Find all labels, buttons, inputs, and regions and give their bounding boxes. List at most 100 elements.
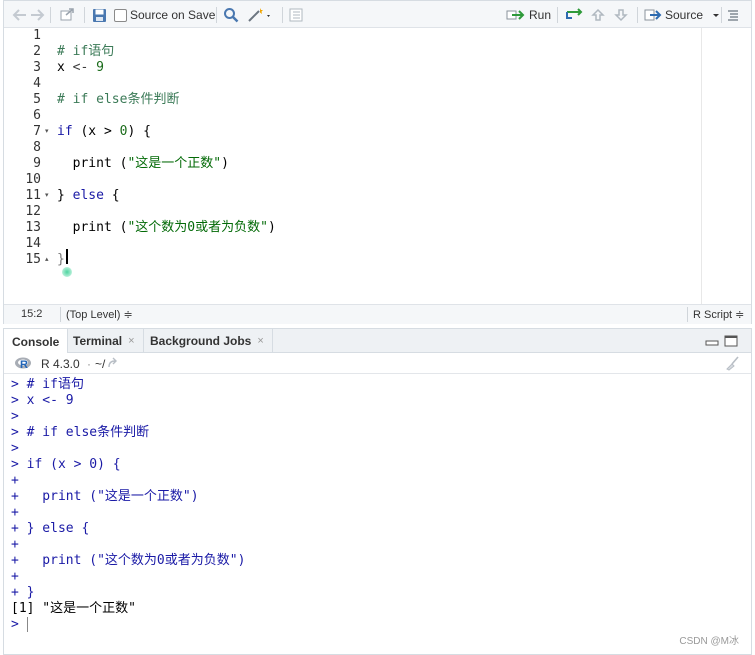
line-number: 8 (33, 140, 41, 155)
string: "这是一个正数" (127, 156, 222, 171)
run-label: Run (529, 8, 552, 22)
maximize-icon[interactable] (724, 335, 738, 347)
console-prompt: > (11, 393, 19, 408)
save-icon[interactable] (92, 5, 107, 25)
function-call: print ( (57, 220, 128, 235)
console-line: + (11, 569, 19, 585)
source-arrow-icon (644, 9, 662, 21)
console-prompt: > (11, 425, 19, 440)
function-call: print ( (57, 156, 128, 171)
line-number: 1 (33, 28, 41, 43)
code-text: (x > (72, 124, 120, 139)
operator: <- (64, 60, 97, 75)
source-editor-pane: Source on Save Run Source 1 2 3 4 5 6 7 … (3, 0, 752, 324)
cursor-highlight (62, 267, 72, 277)
tab-background-jobs[interactable]: Background Jobs × (142, 329, 273, 353)
console-prompt: > (11, 409, 19, 424)
console-line: > x <- 9 (11, 393, 74, 409)
code-editor[interactable]: # if语句 x <- 9 # if else条件判断 if (x > 0) {… (57, 28, 697, 304)
chevron-down-icon[interactable] (711, 10, 721, 20)
tab-console[interactable]: Console (4, 329, 69, 354)
line-number: 13 (25, 220, 41, 235)
line-number-gutter: 1 2 3 4 5 6 7 ▾ 8 9 10 11 ▾ 12 13 14 15 … (4, 28, 56, 304)
line-number: 2 (33, 44, 41, 59)
line-number: 10 (25, 172, 41, 187)
run-button[interactable]: Run (506, 5, 551, 25)
console-prompt: > (11, 617, 19, 632)
tab-label: Console (12, 334, 60, 349)
code-line-2: # if语句 (57, 44, 114, 60)
go-to-directory-icon[interactable] (107, 357, 119, 372)
checkbox-box[interactable] (114, 8, 127, 22)
console-prompt: > (11, 441, 19, 456)
go-down-icon[interactable] (614, 5, 628, 25)
console-line: + print ("这个数为0或者为负数") (11, 553, 245, 569)
search-icon[interactable] (223, 5, 239, 25)
minimize-icon[interactable] (705, 335, 719, 347)
r-version: R 4.3.0 (41, 357, 80, 371)
cursor-position: 15:2 (21, 308, 43, 320)
keyword: else (72, 188, 104, 203)
source-on-save-label: Source on Save (130, 8, 216, 22)
console-line: + } else { (11, 521, 89, 537)
document-outline-icon[interactable] (288, 5, 304, 25)
comment: # if语句 (57, 44, 115, 59)
console-input-text: # if else条件判断 (18, 425, 150, 440)
line-number: 7 (33, 124, 41, 139)
working-directory: ~/ (95, 357, 106, 371)
go-up-icon[interactable] (591, 5, 605, 25)
line-number: 11 (25, 188, 41, 203)
console-prompt: + (11, 473, 19, 488)
rerun-icon[interactable] (564, 5, 586, 25)
console-prompt: > (11, 377, 19, 392)
magic-wand-icon[interactable] (247, 5, 273, 25)
tab-terminal[interactable]: Terminal × (65, 329, 144, 353)
console-line: + } (11, 585, 34, 601)
close-icon[interactable]: × (128, 335, 134, 347)
console-input-text: x <- 9 (18, 393, 74, 408)
code-line-15: } (57, 252, 65, 267)
code-text: ) (221, 156, 229, 171)
fold-toggle-icon[interactable]: ▾ (45, 124, 49, 140)
console-line: > # if语句 (11, 377, 84, 393)
fold-toggle-icon[interactable]: ▴ (45, 252, 49, 268)
console-line: + (11, 537, 19, 553)
line-number: 9 (33, 156, 41, 171)
show-in-window-icon[interactable] (59, 5, 75, 25)
source-button[interactable]: Source (644, 5, 721, 25)
string: "这个数为0或者为负数" (127, 220, 268, 235)
console-line: > if (x > 0) { (11, 457, 121, 473)
code-line-13: print ("这个数为0或者为负数") (57, 220, 276, 236)
line-number: 6 (33, 108, 41, 123)
code-line-7: if (x > 0) { (57, 124, 151, 140)
scope-selector[interactable]: (Top Level) ≑ (66, 308, 133, 321)
console-line: > (11, 409, 19, 425)
svg-text:R: R (20, 359, 28, 370)
code-text: ) (267, 220, 276, 235)
console-output[interactable]: > # if语句 > x <- 9 > > # if else条件判断 > > if (x… (4, 374, 751, 655)
console-prompt: + (11, 521, 19, 536)
clear-console-icon[interactable] (724, 356, 740, 374)
run-arrow-icon (506, 10, 525, 20)
source-label: Source (665, 8, 704, 22)
forward-arrow-icon[interactable] (29, 5, 45, 25)
code-line-11: } else { (57, 188, 120, 204)
close-icon[interactable]: × (257, 335, 263, 347)
code-line-5: # if else条件判断 (57, 92, 179, 108)
source-on-save-checkbox[interactable]: Source on Save (114, 5, 215, 25)
console-line: > (11, 617, 19, 633)
fold-toggle-icon[interactable]: ▾ (45, 188, 49, 204)
outline-menu-icon[interactable] (726, 5, 740, 25)
console-line: [1] "这是一个正数" (11, 601, 136, 617)
print-margin (701, 28, 702, 304)
console-line: > # if else条件判断 (11, 425, 149, 441)
back-arrow-icon[interactable] (12, 5, 28, 25)
console-prompt: + (11, 505, 19, 520)
console-prompt: + (11, 569, 19, 584)
line-number: 3 (33, 60, 41, 75)
console-line: > (11, 441, 19, 457)
console-line: + (11, 505, 19, 521)
file-type-selector[interactable]: R Script ≑ (693, 308, 744, 321)
code-text: { (103, 188, 120, 203)
text-cursor (66, 249, 68, 264)
